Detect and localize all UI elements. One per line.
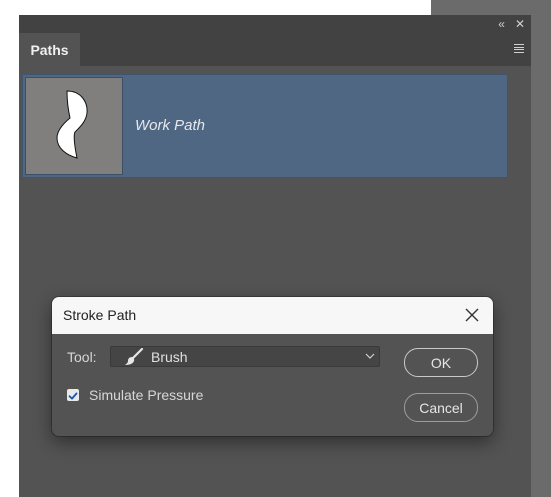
simulate-pressure-checkbox[interactable] <box>67 389 79 401</box>
path-row-work-path[interactable]: Work Path <box>22 74 508 178</box>
chevron-down-icon <box>365 353 375 359</box>
panel-tab-row: Paths <box>19 33 531 66</box>
tool-label: Tool: <box>67 349 97 365</box>
path-thumbnail <box>25 77 123 175</box>
close-panel-button[interactable]: ✕ <box>515 18 525 30</box>
checkmark-icon <box>68 392 78 400</box>
dialog-title: Stroke Path <box>63 307 137 323</box>
ok-button[interactable]: OK <box>404 348 478 377</box>
close-icon[interactable] <box>464 307 480 323</box>
brush-icon <box>125 348 144 365</box>
panel-title-bar: « ✕ <box>19 15 531 33</box>
stroke-path-dialog: Stroke Path Tool: Brush Simulate Pressur… <box>52 297 493 436</box>
dialog-header: Stroke Path <box>52 297 493 334</box>
collapse-panel-button[interactable]: « <box>498 18 505 30</box>
cancel-button[interactable]: Cancel <box>404 393 478 422</box>
tab-paths[interactable]: Paths <box>19 33 80 66</box>
tool-select-value: Brush <box>151 349 188 365</box>
path-shape-icon <box>56 90 88 159</box>
path-name-label: Work Path <box>135 117 206 134</box>
tool-select[interactable]: Brush <box>110 346 380 367</box>
hamburger-icon[interactable] <box>514 44 524 53</box>
simulate-pressure-label: Simulate Pressure <box>89 387 204 403</box>
